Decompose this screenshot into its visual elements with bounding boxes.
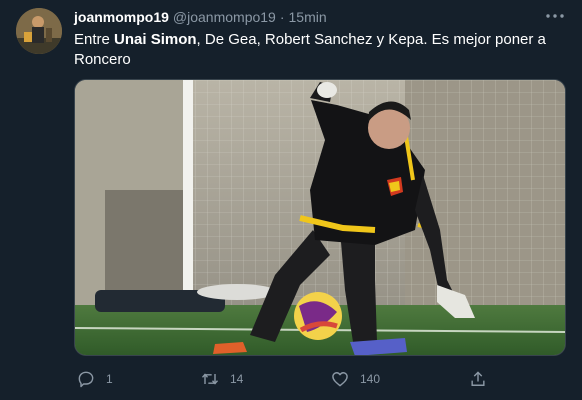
ellipsis-icon: [546, 14, 564, 18]
timestamp[interactable]: 15min: [289, 9, 327, 25]
display-name[interactable]: joanmompo19: [74, 9, 169, 25]
header-separator: ·: [279, 9, 285, 25]
avatar[interactable]: [16, 8, 62, 54]
retweet-button[interactable]: 14: [200, 364, 243, 394]
avatar-image: [16, 8, 62, 54]
reply-button[interactable]: 1: [76, 364, 113, 394]
tweet-text-bold: Unai Simon: [114, 31, 197, 48]
speech-bubble-icon: [78, 371, 94, 388]
user-handle[interactable]: @joanmompo19: [173, 9, 276, 25]
share-upload-icon: [471, 371, 485, 386]
share-button[interactable]: [468, 364, 498, 394]
tweet-header: joanmompo19 @joanmompo19 · 15min: [74, 8, 327, 26]
retweet-count: 14: [230, 372, 244, 386]
tweet-text: Entre Unai Simon, De Gea, Robert Sanchez…: [74, 30, 564, 70]
like-count: 140: [360, 372, 381, 386]
reply-count: 1: [106, 372, 113, 386]
tweet-media-photo[interactable]: [74, 79, 566, 356]
like-button[interactable]: 140: [330, 364, 380, 394]
heart-icon: [332, 372, 348, 387]
more-options-button[interactable]: [544, 6, 566, 26]
retweet-arrows-icon: [201, 373, 219, 385]
tweet-card[interactable]: joanmompo19 @joanmompo19 · 15min Entre U…: [0, 0, 582, 400]
tweet-text-start: Entre: [74, 31, 115, 48]
goalkeeper-photo: [75, 80, 565, 355]
tweet-actions: 1 14 140: [66, 364, 496, 394]
